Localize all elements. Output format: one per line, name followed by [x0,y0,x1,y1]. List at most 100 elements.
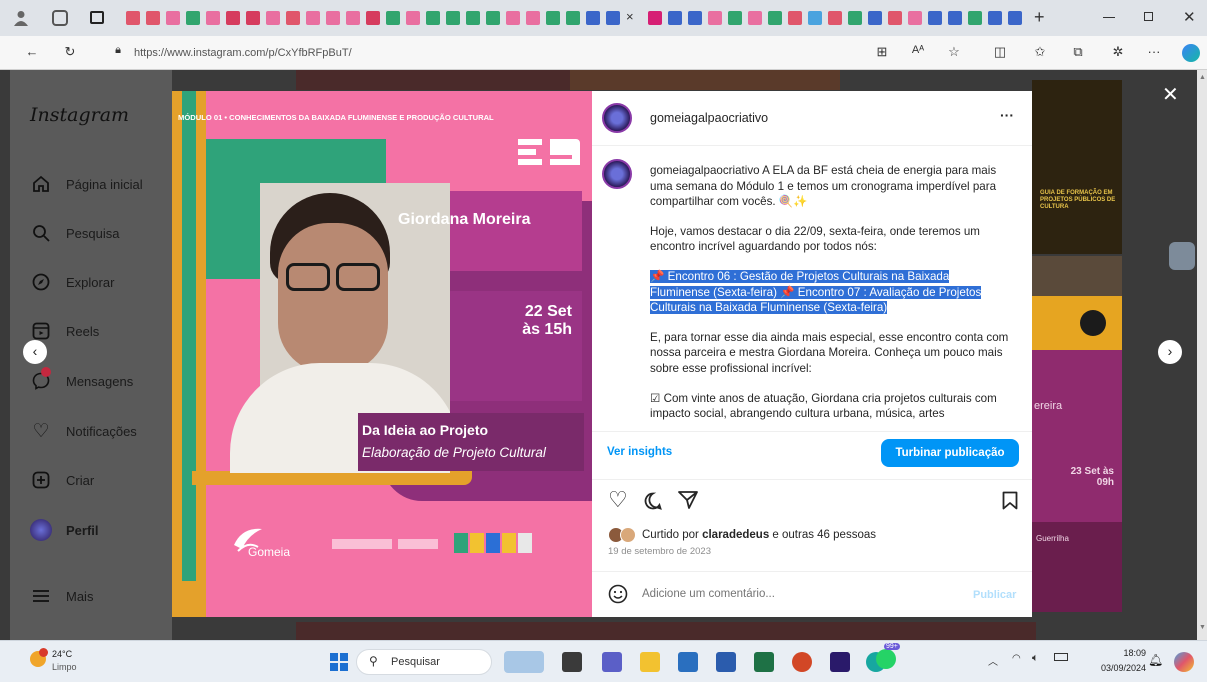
caption-username[interactable]: gomeiagalpaocriativo [650,164,760,177]
weather-temp[interactable]: 24°C [52,649,72,659]
publish-comment-button[interactable]: Publicar [973,589,1016,601]
floating-widget-icon[interactable] [1169,242,1195,270]
nav-notifications[interactable]: ♡ Notificações [30,418,137,444]
copilot-icon[interactable] [1182,44,1200,62]
favorites-icon[interactable]: ✩ [1030,44,1050,60]
premiere-icon[interactable] [830,652,850,672]
wifi-icon[interactable]: ◠ [1012,653,1021,664]
close-window-button[interactable]: ✕ [1183,8,1196,26]
widget-icon[interactable] [504,651,544,673]
heart-icon: ♡ [32,420,50,442]
tray-chevron-icon[interactable]: ︿ [988,653,998,668]
event-time: às 15h [522,321,572,338]
comment-icon[interactable] [644,492,662,515]
nav-label: Notificações [66,423,137,439]
sponsor-logos [398,539,438,549]
post-image[interactable]: MÓDULO 01 • CONHECIMENTOS DA BAIXADA FLU… [172,91,592,617]
nav-home[interactable]: Página inicial [30,171,143,197]
nav-profile[interactable]: Perfil [30,517,99,543]
nav-more[interactable]: Mais [30,583,93,609]
gomeia-logo: Gomeia [228,523,298,563]
liker-avatar[interactable] [620,527,636,543]
close-tab-icon[interactable]: × [626,9,634,24]
caption-avatar[interactable] [602,159,632,189]
feed-tile-text: Guerrilha [1036,534,1069,543]
post-title: Da Ideia ao Projeto [362,422,489,438]
weather-desc[interactable]: Limpo [52,662,77,672]
task-view-icon[interactable] [562,652,582,672]
liker-username[interactable]: claradedeus [702,529,769,541]
copilot-taskbar-icon[interactable] [1174,652,1194,672]
prev-post-button[interactable]: ‹ [23,340,47,364]
reels-icon [30,320,52,342]
tab-actions-icon[interactable] [90,11,104,24]
notification-bell-icon[interactable]: 🔔︎ [1148,653,1163,667]
share-icon[interactable] [678,491,698,514]
save-bookmark-icon[interactable] [1002,491,1018,515]
feed-tile[interactable] [1032,256,1122,296]
next-post-button[interactable]: › [1158,340,1182,364]
read-aloud-icon[interactable]: Aᴬ [908,44,928,56]
battery-icon[interactable] [1054,653,1068,661]
emoji-icon[interactable] [608,584,628,609]
word-icon[interactable] [716,652,736,672]
nav-label: Pesquisa [66,225,120,241]
page-scrollbar[interactable]: ▲ ▼ [1197,70,1207,640]
clock-date[interactable]: 03/09/2024 [1080,663,1146,673]
like-heart-icon[interactable]: ♡ [608,489,628,511]
workspaces-icon[interactable] [52,10,68,26]
author-username[interactable]: gomeiagalpaocriativo [650,111,768,125]
menu-icon [30,585,52,607]
view-insights-link[interactable]: Ver insights [607,446,672,458]
feed-tile[interactable]: ereira 23 Set às 09h [1032,350,1122,522]
refresh-icon[interactable]: ↻ [60,44,80,60]
taskbar-search[interactable]: ⚲ Pesquisar [356,649,492,675]
nav-messages[interactable]: Mensagens [30,367,133,394]
url-field[interactable]: https://www.instagram.com/p/CxYfbRFpBuT/ [134,42,884,64]
tab-strip[interactable]: × [120,0,1040,36]
new-tab-button[interactable]: + [1034,7,1045,28]
apps-icon[interactable]: ⊞ [872,44,892,60]
feed-tile-text: ereira [1034,400,1063,412]
feed-tile[interactable]: Guerrilha [1032,522,1122,612]
nav-explore[interactable]: Explorar [30,269,114,295]
mail-icon[interactable] [678,652,698,672]
restore-button[interactable] [1144,12,1153,21]
whatsapp-icon[interactable]: 99+ [876,643,900,669]
clock-time[interactable]: 18:09 [1092,648,1146,658]
nav-create[interactable]: Criar [30,467,94,493]
close-modal-icon[interactable]: ✕ [1162,82,1179,107]
post-options-icon[interactable]: ··· [1000,107,1014,123]
feed-tile[interactable] [1032,296,1122,350]
comment-input[interactable] [640,585,960,603]
back-arrow-icon[interactable]: ← [22,44,42,59]
excel-icon[interactable] [754,652,774,672]
feed-tile[interactable]: GUIA DE FORMAÇÃO EM PROJETOS PÚBLICOS DE… [1032,80,1122,254]
collections-icon[interactable]: ⧉ [1068,44,1088,60]
split-screen-icon[interactable]: ◫ [990,44,1010,60]
feed-tile-text: GUIA DE FORMAÇÃO EM PROJETOS PÚBLICOS DE… [1040,190,1116,210]
likes-summary[interactable]: Curtido por claradedeus e outras 46 pess… [642,529,876,541]
teams-icon[interactable] [602,652,622,672]
speaker-name: Giordana Moreira [398,211,531,228]
minimize-button[interactable] [1103,17,1115,18]
powerpoint-icon[interactable] [792,652,812,672]
instagram-logo[interactable]: Instagram [30,104,129,126]
nav-reels[interactable]: Reels [30,318,99,344]
more-menu-icon[interactable]: ··· [1144,44,1164,59]
extensions-icon[interactable]: ✲ [1108,44,1128,60]
author-avatar[interactable] [602,103,632,133]
nav-search[interactable]: Pesquisa [30,220,119,246]
caption-paragraph: E, para tornar esse dia ainda mais espec… [650,330,1009,375]
profile-icon[interactable] [14,10,28,26]
boost-post-button[interactable]: Turbinar publicação [881,439,1019,467]
favorite-star-icon[interactable]: ☆ [944,44,964,60]
nav-label: Página inicial [66,176,143,192]
volume-icon[interactable]: 🔈︎ [1032,652,1039,665]
notification-dot [41,367,51,377]
file-explorer-icon[interactable] [640,652,660,672]
lock-icon[interactable]: 🔒︎ [108,44,128,57]
nav-label: Perfil [66,522,99,538]
weather-icon[interactable] [30,648,48,667]
start-windows-icon[interactable] [330,653,348,671]
